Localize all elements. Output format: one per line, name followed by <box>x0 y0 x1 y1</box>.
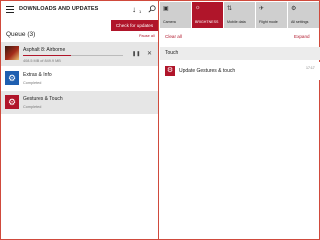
check-for-updates-tooltip[interactable]: Check for updates <box>111 20 158 31</box>
downloads-pane: DOWNLOADS AND UPDATES ↓ 1 Check for upda… <box>1 1 159 239</box>
notification-item[interactable]: ⚙ Update Gestures & touch 17:17 <box>160 62 320 80</box>
queue-item[interactable]: ⚙ Extras & Info Completed <box>1 67 158 90</box>
tile-label: Camera <box>163 20 176 24</box>
queue-item[interactable]: ⚙ Gestures & Touch Completed <box>1 91 158 114</box>
title-bar: DOWNLOADS AND UPDATES ↓ 1 <box>1 1 158 19</box>
action-center-pane: ▣ Camera ☼ BRIGHTNESS ⇅ Mobile data ✈ Fl… <box>160 1 320 239</box>
notification-group-header[interactable]: Touch <box>160 47 320 60</box>
download-count-badge: 1 <box>139 9 142 14</box>
item-name: Gestures & Touch <box>23 96 63 102</box>
settings-icon: ⚙ <box>291 6 297 12</box>
pause-icon[interactable]: ❚❚ <box>132 51 140 57</box>
item-status: 408.5 MB of 849.9 MB <box>23 59 61 63</box>
game-thumbnail <box>5 46 19 60</box>
search-icon[interactable] <box>148 5 156 13</box>
gear-icon: ⚙ <box>165 66 175 76</box>
tile-label: Flight mode <box>259 20 278 24</box>
airplane-icon: ✈ <box>259 6 265 12</box>
clear-all-link[interactable]: Clear all <box>165 34 182 39</box>
gear-icon: ⚙ <box>5 95 19 109</box>
tile-camera[interactable]: ▣ Camera <box>160 2 191 28</box>
page-title: DOWNLOADS AND UPDATES <box>19 6 99 12</box>
progress-fill <box>23 55 71 56</box>
app-window: DOWNLOADS AND UPDATES ↓ 1 Check for upda… <box>0 0 320 240</box>
item-status: Completed <box>23 105 42 109</box>
item-name: Asphalt 8: Airborne <box>23 47 66 53</box>
tile-label: BRIGHTNESS <box>195 20 219 24</box>
tile-label: All settings <box>291 20 309 24</box>
hamburger-menu-icon[interactable] <box>6 6 14 13</box>
camera-icon: ▣ <box>163 6 169 12</box>
quick-action-tiles: ▣ Camera ☼ BRIGHTNESS ⇅ Mobile data ✈ Fl… <box>160 2 320 28</box>
tile-brightness[interactable]: ☼ BRIGHTNESS <box>192 2 223 28</box>
queue-heading: Queue (3) <box>6 31 36 38</box>
item-status: Completed <box>23 81 42 85</box>
gear-icon: ⚙ <box>5 71 19 85</box>
download-progress-bar <box>23 55 123 56</box>
tile-mobile-data[interactable]: ⇅ Mobile data <box>224 2 255 28</box>
brightness-icon: ☼ <box>195 5 201 11</box>
notification-group-label: Touch <box>165 50 179 56</box>
tile-flight-mode[interactable]: ✈ Flight mode <box>256 2 287 28</box>
tile-all-settings[interactable]: ⚙ All settings <box>288 2 319 28</box>
notification-time: 17:17 <box>306 66 315 70</box>
queue-item[interactable]: Asphalt 8: Airborne 408.5 MB of 849.9 MB… <box>1 42 158 66</box>
expand-link[interactable]: Expand <box>294 34 310 39</box>
notification-text: Update Gestures & touch <box>179 68 236 74</box>
close-icon[interactable]: ✕ <box>147 50 152 57</box>
item-name: Extras & Info <box>23 72 52 78</box>
tile-label: Mobile data <box>227 20 246 24</box>
mobile-data-icon: ⇅ <box>227 6 233 12</box>
pause-all-link[interactable]: Pause all <box>139 34 155 38</box>
